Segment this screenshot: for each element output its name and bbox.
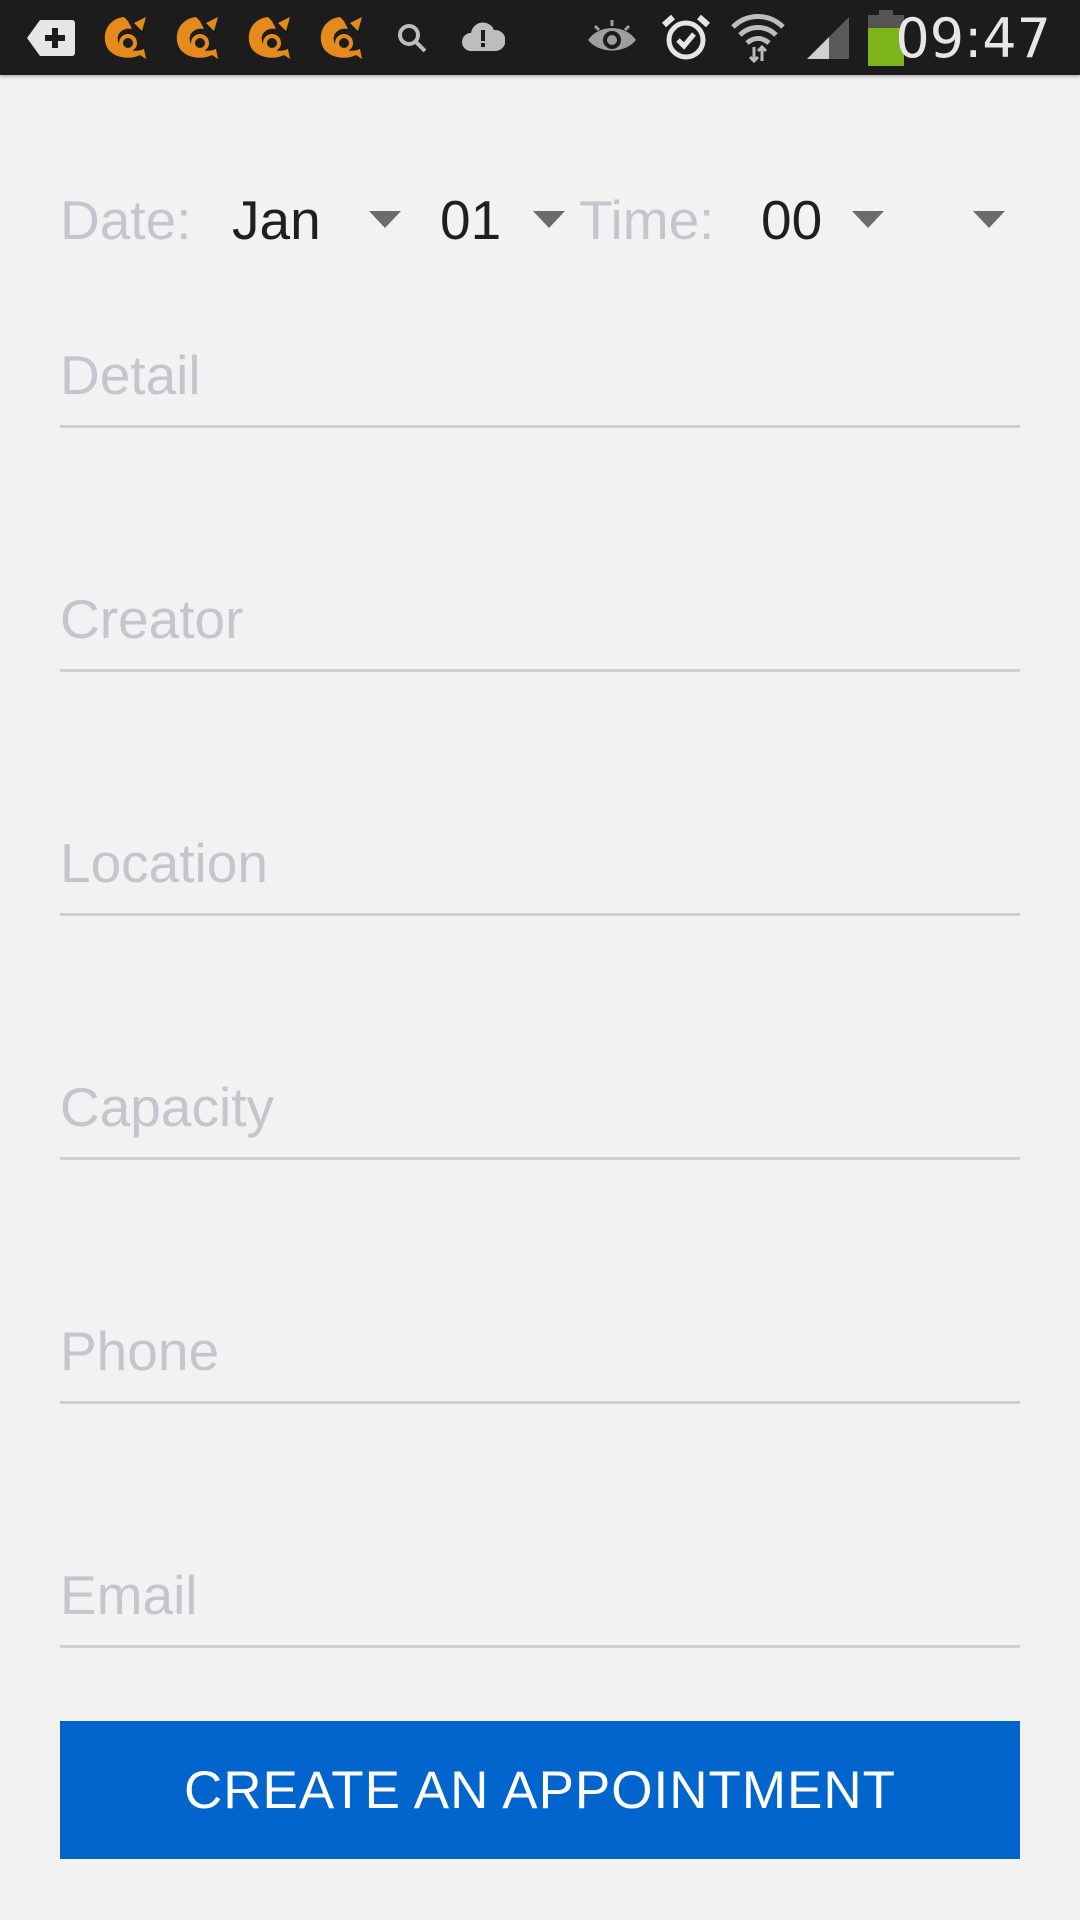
day-value: 01 [440, 189, 502, 251]
date-label: Date: [60, 189, 192, 251]
creator-field[interactable] [60, 582, 1020, 672]
uc-browser-icon [96, 0, 152, 75]
alarm-clock-icon [660, 0, 712, 75]
create-appointment-button[interactable]: CREATE AN APPOINTMENT [60, 1721, 1020, 1859]
location-field[interactable] [60, 826, 1020, 916]
search-icon [392, 0, 432, 75]
hour-spinner[interactable]: 00 [752, 170, 892, 270]
date-time-row: Date: Jan 01 Time: 00 [0, 170, 1080, 270]
capacity-underline [60, 1157, 1020, 1160]
month-value: Jan [232, 189, 321, 251]
uc-browser-icon [168, 0, 224, 75]
detail-field-wrapper [60, 318, 1020, 428]
eye-icon [584, 0, 640, 75]
hour-value: 00 [761, 189, 823, 251]
chevron-down-icon [369, 211, 401, 228]
creator-underline [60, 669, 1020, 672]
status-bar: 09:47 [0, 0, 1080, 75]
minute-spinner[interactable] [900, 170, 1020, 270]
add-box-icon [24, 0, 78, 75]
month-spinner[interactable]: Jan [220, 170, 410, 270]
capacity-field-wrapper [60, 1050, 1020, 1160]
email-underline [60, 1645, 1020, 1648]
status-time: 09:47 [895, 7, 1051, 70]
chevron-down-icon [852, 211, 884, 228]
wifi-icon [730, 0, 786, 75]
location-underline [60, 913, 1020, 916]
email-field[interactable] [60, 1558, 1020, 1648]
day-spinner[interactable]: 01 [430, 170, 570, 270]
phone-underline [60, 1401, 1020, 1404]
email-field-wrapper [60, 1538, 1020, 1648]
phone-field-wrapper [60, 1294, 1020, 1404]
cloud-alert-icon [460, 0, 506, 75]
time-label: Time: [579, 189, 715, 251]
detail-field[interactable] [60, 338, 1020, 428]
capacity-field[interactable] [60, 1070, 1020, 1160]
detail-underline [60, 425, 1020, 428]
cellular-signal-icon [804, 0, 852, 75]
uc-browser-icon [312, 0, 368, 75]
chevron-down-icon [973, 211, 1005, 228]
location-field-wrapper [60, 806, 1020, 916]
phone-field[interactable] [60, 1314, 1020, 1404]
uc-browser-icon [240, 0, 296, 75]
creator-field-wrapper [60, 562, 1020, 672]
chevron-down-icon [533, 211, 565, 228]
